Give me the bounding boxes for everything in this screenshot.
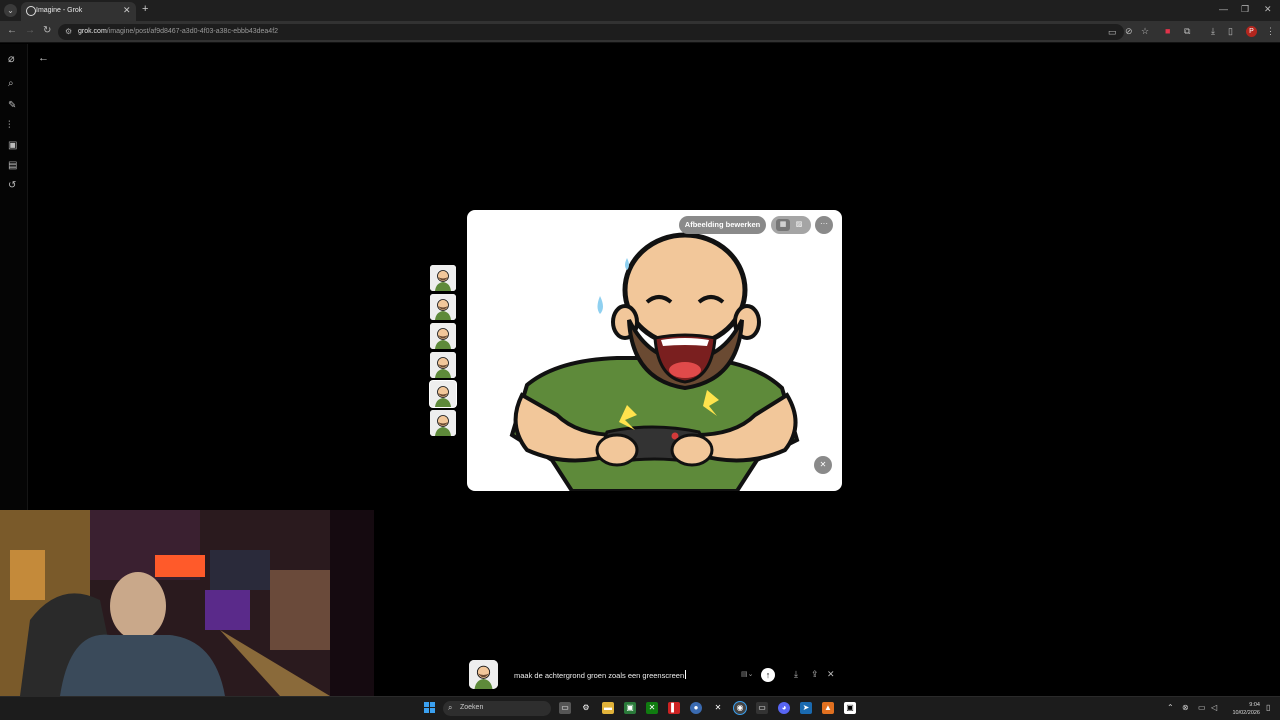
store-icon[interactable]: ▣ [624,702,636,714]
restore-icon[interactable]: ❐ [1241,4,1249,15]
close-tab-icon[interactable]: ✕ [123,5,131,16]
eye-off-icon[interactable]: ⊘ [1125,26,1133,37]
webcam-feed-image [0,510,374,696]
extension-icon[interactable]: ■ [1165,26,1170,36]
display-icon[interactable]: ▭ [1198,703,1206,712]
history-icon[interactable]: ↺ [8,180,16,191]
minimize-icon[interactable]: — [1219,4,1228,14]
app-blue-icon[interactable]: ● [690,702,702,714]
grok-logo-icon[interactable]: ⌀ [8,52,15,65]
thumbnail-5-selected[interactable] [430,381,456,407]
browser-menu-icon[interactable]: ⋮ [1266,26,1275,37]
search-placeholder: Zoeken [460,704,484,711]
clock-date: 10/02/2026 [1232,710,1260,716]
back-arrow-icon[interactable]: ← [38,52,49,64]
xbox-icon[interactable]: ✕ [646,702,658,714]
steam-client-icon[interactable]: ➤ [800,702,812,714]
grok-favicon-icon [26,6,36,16]
image-card: Afbeelding bewerken ▦ ▨ ··· ✕ [467,210,842,491]
new-tab-button[interactable]: + [142,3,148,15]
extensions-puzzle-icon[interactable]: ⧉ [1184,26,1190,37]
volume-icon[interactable]: ◁ [1211,703,1217,712]
app-icon[interactable]: ▭ [756,702,768,714]
notifications-icon[interactable]: ▯ [1266,703,1270,712]
file-explorer-icon[interactable]: ▬ [602,702,614,714]
taskbar-search[interactable]: ⌕ Zoeken [443,701,551,716]
thumbnail-6[interactable] [430,410,456,436]
windows-taskbar: ⌕ Zoeken ▭ ⚙ ▬ ▣ ✕ ▌ ● ✕ ◉ ▭ ◕ ➤ ▲ ▣ ⌃ ⊗… [0,696,1280,720]
send-button[interactable]: ↑ [761,668,775,682]
image-mode-icon[interactable]: ▨ [792,219,806,231]
mute-icon[interactable]: ✕ [814,456,832,474]
reload-icon[interactable]: ↻ [43,25,51,36]
thumbnail-1[interactable] [430,265,456,291]
cartoon-gamer-image [509,232,800,491]
video-mode-icon[interactable]: ▦ [776,219,790,231]
app-orange-icon[interactable]: ▲ [822,702,834,714]
prompt-image-thumbnail[interactable] [469,660,498,689]
mode-select-icon[interactable]: ▤⌄ [741,670,753,678]
task-view-icon[interactable]: ▭ [559,702,571,714]
downloads-icon[interactable]: ⤓ [1211,26,1215,37]
bookmark-star-icon[interactable]: ☆ [1141,26,1149,37]
chrome-icon[interactable]: ◉ [734,702,746,714]
prompt-input[interactable]: maak de achtergrond groen zoals een gree… [505,663,783,687]
search-icon[interactable]: ⌕ [8,78,14,89]
close-window-icon[interactable]: ✕ [1264,4,1272,15]
tab-search-button[interactable]: ⌄ [4,4,17,17]
browser-toolbar: ← → ↻ ⚙ grok.com/imagine/post/af9d8467-a… [0,21,1280,43]
thumbnail-4[interactable] [430,352,456,378]
address-bar[interactable]: ⚙ grok.com/imagine/post/af9d8467-a3d0-4f… [58,24,1124,40]
system-clock[interactable]: 9:04 10/02/2026 [1224,701,1260,717]
edit-image-button[interactable]: Afbeelding bewerken [679,216,766,234]
projects-icon[interactable]: ▤ [8,160,17,171]
clock-time: 9:04 [1249,702,1260,708]
imagine-icon[interactable]: ▣ [8,140,17,151]
voice-icon[interactable]: ⫶ [8,120,11,131]
sidepanel-icon[interactable]: ▯ [1228,26,1233,37]
edit-icon[interactable]: ✎ [8,100,16,111]
network-icon[interactable]: ⊗ [1182,703,1189,712]
webcam-overlay [0,510,374,696]
cast-icon[interactable]: ▭ [1108,27,1117,38]
steam-icon[interactable]: ⚙ [580,702,592,714]
close-icon[interactable]: ✕ [827,669,835,680]
profile-avatar[interactable]: P [1246,26,1257,37]
view-mode-toggle: ▦ ▨ [771,216,811,234]
prompt-text[interactable]: maak de achtergrond groen zoals een gree… [514,670,686,680]
back-icon[interactable]: ← [7,25,17,36]
site-info-icon[interactable]: ⚙ [65,27,72,36]
x-icon[interactable]: ✕ [712,702,724,714]
discord-icon[interactable]: ◕ [778,702,790,714]
tab-title: Imagine - Grok [36,7,83,14]
url-text[interactable]: grok.com/imagine/post/af9d8467-a3d0-4f03… [78,28,278,35]
share-icon[interactable]: ⇪ [811,669,819,680]
app-white-icon[interactable]: ▣ [844,702,856,714]
browser-tab-strip: ⌄ Imagine - Grok ✕ + — ❐ ✕ [0,0,1280,21]
search-icon: ⌕ [448,703,453,712]
download-icon[interactable]: ⤓ [794,669,798,680]
forward-icon[interactable]: → [25,25,35,36]
more-options-button[interactable]: ··· [815,216,833,234]
app-red-icon[interactable]: ▌ [668,702,680,714]
tray-chevron-icon[interactable]: ⌃ [1167,703,1174,712]
thumbnail-2[interactable] [430,294,456,320]
thumbnail-3[interactable] [430,323,456,349]
browser-tab[interactable]: Imagine - Grok ✕ [21,2,136,21]
windows-start-icon[interactable] [424,702,436,714]
